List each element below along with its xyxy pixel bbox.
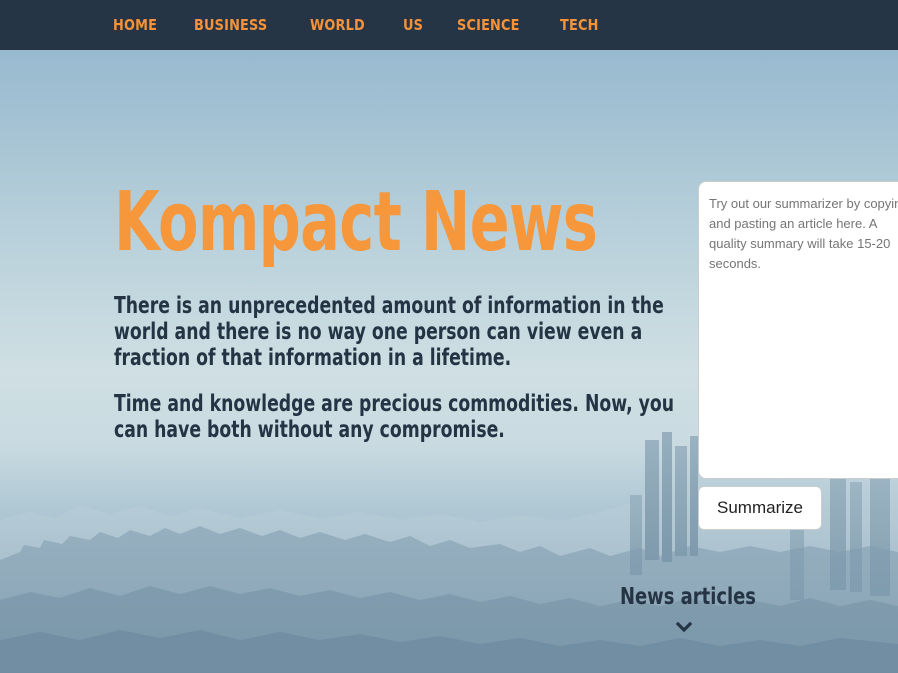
top-navbar: HOME BUSINESS WORLD US SCIENCE TECH bbox=[0, 0, 898, 50]
nav-item-science[interactable]: SCIENCE bbox=[457, 16, 520, 34]
nav-menu: HOME BUSINESS WORLD US SCIENCE TECH bbox=[113, 0, 635, 50]
intro-text: There is an unprecedented amount of info… bbox=[114, 293, 684, 463]
nav-item-home[interactable]: HOME bbox=[113, 16, 157, 34]
nav-item-world[interactable]: WORLD bbox=[310, 16, 365, 34]
news-articles-link[interactable]: News articles bbox=[620, 582, 756, 612]
summarize-button[interactable]: Summarize bbox=[698, 486, 822, 530]
page-title: Kompact News bbox=[114, 175, 598, 270]
nav-item-tech[interactable]: TECH bbox=[560, 16, 599, 34]
chevron-down-icon[interactable] bbox=[676, 622, 692, 634]
intro-paragraph-1: There is an unprecedented amount of info… bbox=[114, 293, 664, 371]
nav-item-us[interactable]: US bbox=[403, 16, 423, 34]
intro-paragraph-2: Time and knowledge are precious commodit… bbox=[114, 391, 675, 443]
summarizer-input[interactable] bbox=[698, 181, 898, 479]
nav-item-business[interactable]: BUSINESS bbox=[194, 16, 267, 34]
